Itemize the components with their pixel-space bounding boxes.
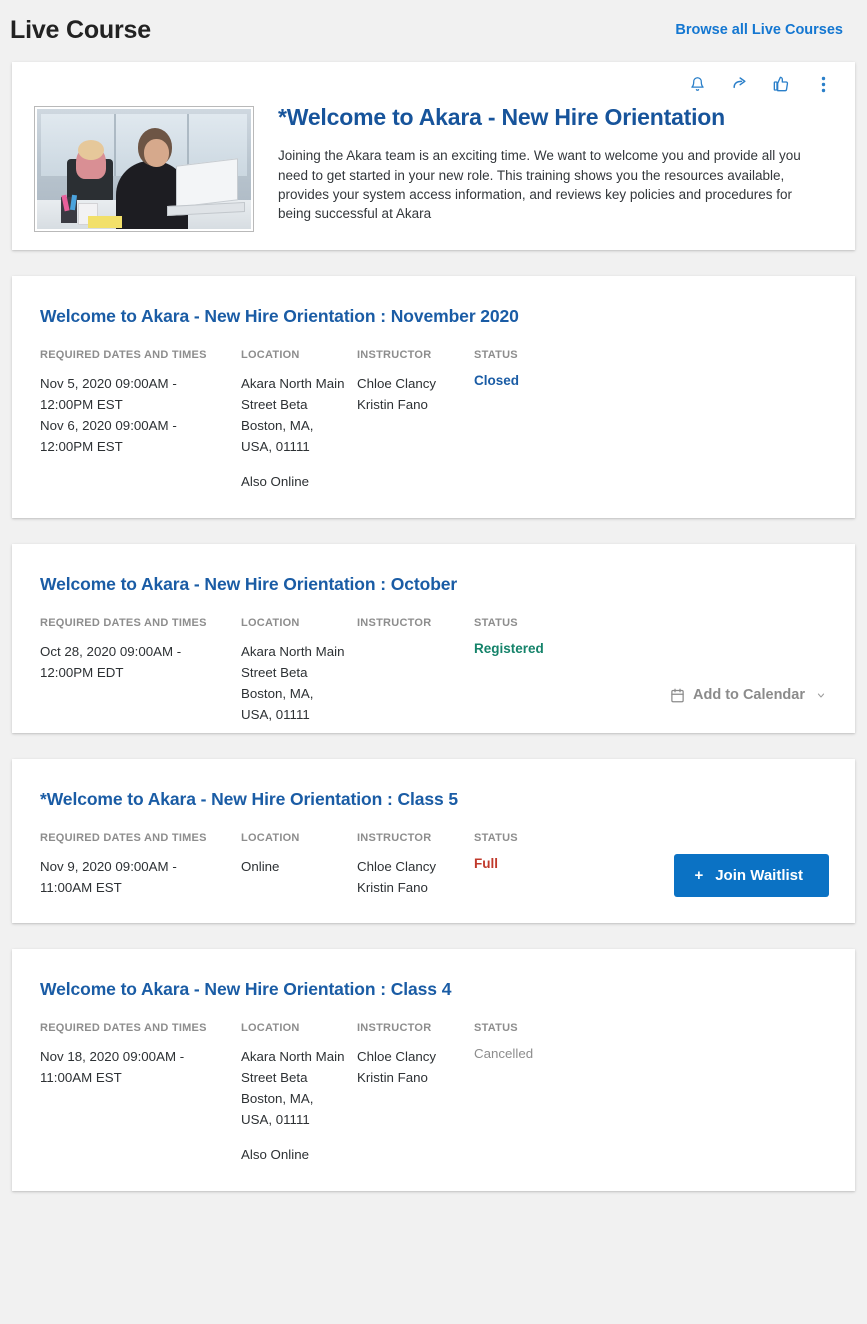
session-location-value: Online bbox=[241, 859, 280, 874]
column-header-instructor: INSTRUCTOR bbox=[357, 832, 432, 844]
column-header-status: STATUS bbox=[474, 1022, 518, 1034]
session-location-column: LOCATION Akara North Main Street Beta Bos… bbox=[241, 349, 357, 492]
session-instructor-value: Chloe Clancy Kristin Fano bbox=[357, 1046, 462, 1088]
session-dates-column: REQUIRED DATES AND TIMES Nov 9, 2020 09:0… bbox=[40, 832, 241, 898]
session-title[interactable]: *Welcome to Akara - New Hire Orientation… bbox=[40, 789, 829, 810]
instructor-name: Kristin Fano bbox=[357, 1070, 428, 1085]
session-instructor-value: Chloe Clancy Kristin Fano bbox=[357, 373, 462, 415]
session-details: REQUIRED DATES AND TIMES Nov 9, 2020 09:0… bbox=[40, 832, 829, 898]
thumbs-up-icon[interactable] bbox=[771, 74, 791, 94]
column-header-location: LOCATION bbox=[241, 1022, 300, 1034]
session-status-column: STATUS Full bbox=[474, 832, 594, 898]
column-header-dates: REQUIRED DATES AND TIMES bbox=[40, 832, 207, 844]
course-actions bbox=[12, 62, 855, 96]
session-dates-value: Nov 5, 2020 09:00AM - 12:00PM EST Nov 6, … bbox=[40, 373, 229, 457]
session-title[interactable]: Welcome to Akara - New Hire Orientation … bbox=[40, 574, 829, 595]
session-details: REQUIRED DATES AND TIMES Oct 28, 2020 09:… bbox=[40, 617, 829, 725]
status-badge: Registered bbox=[474, 641, 544, 656]
session-details: REQUIRED DATES AND TIMES Nov 5, 2020 09:0… bbox=[40, 349, 829, 492]
column-header-location: LOCATION bbox=[241, 832, 300, 844]
session-location-column: LOCATION Online bbox=[241, 832, 357, 898]
column-header-instructor: INSTRUCTOR bbox=[357, 349, 432, 361]
instructor-name: Chloe Clancy bbox=[357, 376, 437, 391]
course-title: *Welcome to Akara - New Hire Orientation bbox=[278, 104, 726, 130]
session-date-line: Nov 5, 2020 09:00AM - 12:00PM EST bbox=[40, 376, 177, 412]
column-header-status: STATUS bbox=[474, 349, 518, 361]
session-location-value: Akara North Main Street Beta Boston, MA,… bbox=[241, 644, 345, 722]
session-location-extra: Also Online bbox=[241, 474, 309, 489]
column-header-dates: REQUIRED DATES AND TIMES bbox=[40, 617, 207, 629]
session-dates-value: Nov 9, 2020 09:00AM - 11:00AM EST bbox=[40, 856, 229, 898]
column-header-dates: REQUIRED DATES AND TIMES bbox=[40, 349, 207, 361]
session-card: Welcome to Akara - New Hire Orientation … bbox=[12, 276, 855, 518]
notify-icon[interactable] bbox=[687, 74, 707, 94]
session-date-line: Nov 18, 2020 09:00AM - 11:00AM EST bbox=[40, 1049, 185, 1085]
instructor-name: Kristin Fano bbox=[357, 880, 428, 895]
course-overview-body: *Welcome to Akara - New Hire Orientation… bbox=[12, 96, 855, 232]
session-location-column: LOCATION Akara North Main Street Beta Bos… bbox=[241, 617, 357, 725]
session-date-line: Nov 9, 2020 09:00AM - 11:00AM EST bbox=[40, 859, 177, 895]
column-header-status: STATUS bbox=[474, 617, 518, 629]
session-instructor-column: INSTRUCTOR Chloe Clancy Kristin Fano bbox=[357, 1022, 474, 1165]
session-date-line: Oct 28, 2020 09:00AM - 12:00PM EDT bbox=[40, 644, 182, 680]
course-overview-card: *Welcome to Akara - New Hire Orientation… bbox=[12, 62, 855, 250]
session-instructor-column: INSTRUCTOR Chloe Clancy Kristin Fano bbox=[357, 349, 474, 492]
session-list: Welcome to Akara - New Hire Orientation … bbox=[0, 276, 867, 1191]
course-overview-text: *Welcome to Akara - New Hire Orientation… bbox=[254, 102, 829, 232]
session-location-extra: Also Online bbox=[241, 1147, 309, 1162]
more-options-icon[interactable] bbox=[813, 74, 833, 94]
session-dates-value: Nov 18, 2020 09:00AM - 11:00AM EST bbox=[40, 1046, 229, 1088]
course-description: Joining the Akara team is an exciting ti… bbox=[278, 148, 801, 221]
instructor-name: Chloe Clancy bbox=[357, 1049, 437, 1064]
column-header-instructor: INSTRUCTOR bbox=[357, 617, 432, 629]
session-dates-column: REQUIRED DATES AND TIMES Nov 18, 2020 09:… bbox=[40, 1022, 241, 1165]
session-dates-value: Oct 28, 2020 09:00AM - 12:00PM EDT bbox=[40, 641, 229, 683]
column-header-location: LOCATION bbox=[241, 617, 300, 629]
session-date-line: Nov 6, 2020 09:00AM - 12:00PM EST bbox=[40, 418, 177, 454]
session-status-column: STATUS Closed bbox=[474, 349, 594, 492]
session-details: REQUIRED DATES AND TIMES Nov 18, 2020 09:… bbox=[40, 1022, 829, 1165]
course-thumbnail bbox=[34, 106, 254, 232]
share-icon[interactable] bbox=[729, 74, 749, 94]
instructor-name: Kristin Fano bbox=[357, 397, 428, 412]
session-status-column: STATUS Registered bbox=[474, 617, 594, 725]
session-location-value: Akara North Main Street Beta Boston, MA,… bbox=[241, 376, 345, 454]
live-course-page: Live Course Browse all Live Courses *Wel… bbox=[0, 0, 867, 1324]
column-header-instructor: INSTRUCTOR bbox=[357, 1022, 432, 1034]
column-header-status: STATUS bbox=[474, 832, 518, 844]
session-title[interactable]: Welcome to Akara - New Hire Orientation … bbox=[40, 979, 829, 1000]
session-status-column: STATUS Cancelled bbox=[474, 1022, 594, 1165]
column-header-location: LOCATION bbox=[241, 349, 300, 361]
session-instructor-column: INSTRUCTOR Chloe Clancy Kristin Fano bbox=[357, 832, 474, 898]
column-header-dates: REQUIRED DATES AND TIMES bbox=[40, 1022, 207, 1034]
session-card: Welcome to Akara - New Hire Orientation … bbox=[12, 949, 855, 1191]
instructor-name: Chloe Clancy bbox=[357, 859, 437, 874]
session-card: *Welcome to Akara - New Hire Orientation… bbox=[12, 759, 855, 923]
session-title[interactable]: Welcome to Akara - New Hire Orientation … bbox=[40, 306, 829, 327]
session-card: Welcome to Akara - New Hire Orientation … bbox=[12, 544, 855, 733]
session-location-column: LOCATION Akara North Main Street Beta Bos… bbox=[241, 1022, 357, 1165]
session-dates-column: REQUIRED DATES AND TIMES Nov 5, 2020 09:0… bbox=[40, 349, 241, 492]
browse-all-live-courses-link[interactable]: Browse all Live Courses bbox=[675, 22, 843, 38]
session-dates-column: REQUIRED DATES AND TIMES Oct 28, 2020 09:… bbox=[40, 617, 241, 725]
session-instructor-value: Chloe Clancy Kristin Fano bbox=[357, 856, 462, 898]
page-title: Live Course bbox=[10, 15, 151, 44]
page-header: Live Course Browse all Live Courses bbox=[0, 0, 867, 62]
session-instructor-column: INSTRUCTOR bbox=[357, 617, 474, 725]
status-badge: Full bbox=[474, 856, 498, 871]
status-badge: Cancelled bbox=[474, 1046, 534, 1061]
status-badge: Closed bbox=[474, 373, 520, 388]
session-location-value: Akara North Main Street Beta Boston, MA,… bbox=[241, 1049, 345, 1127]
